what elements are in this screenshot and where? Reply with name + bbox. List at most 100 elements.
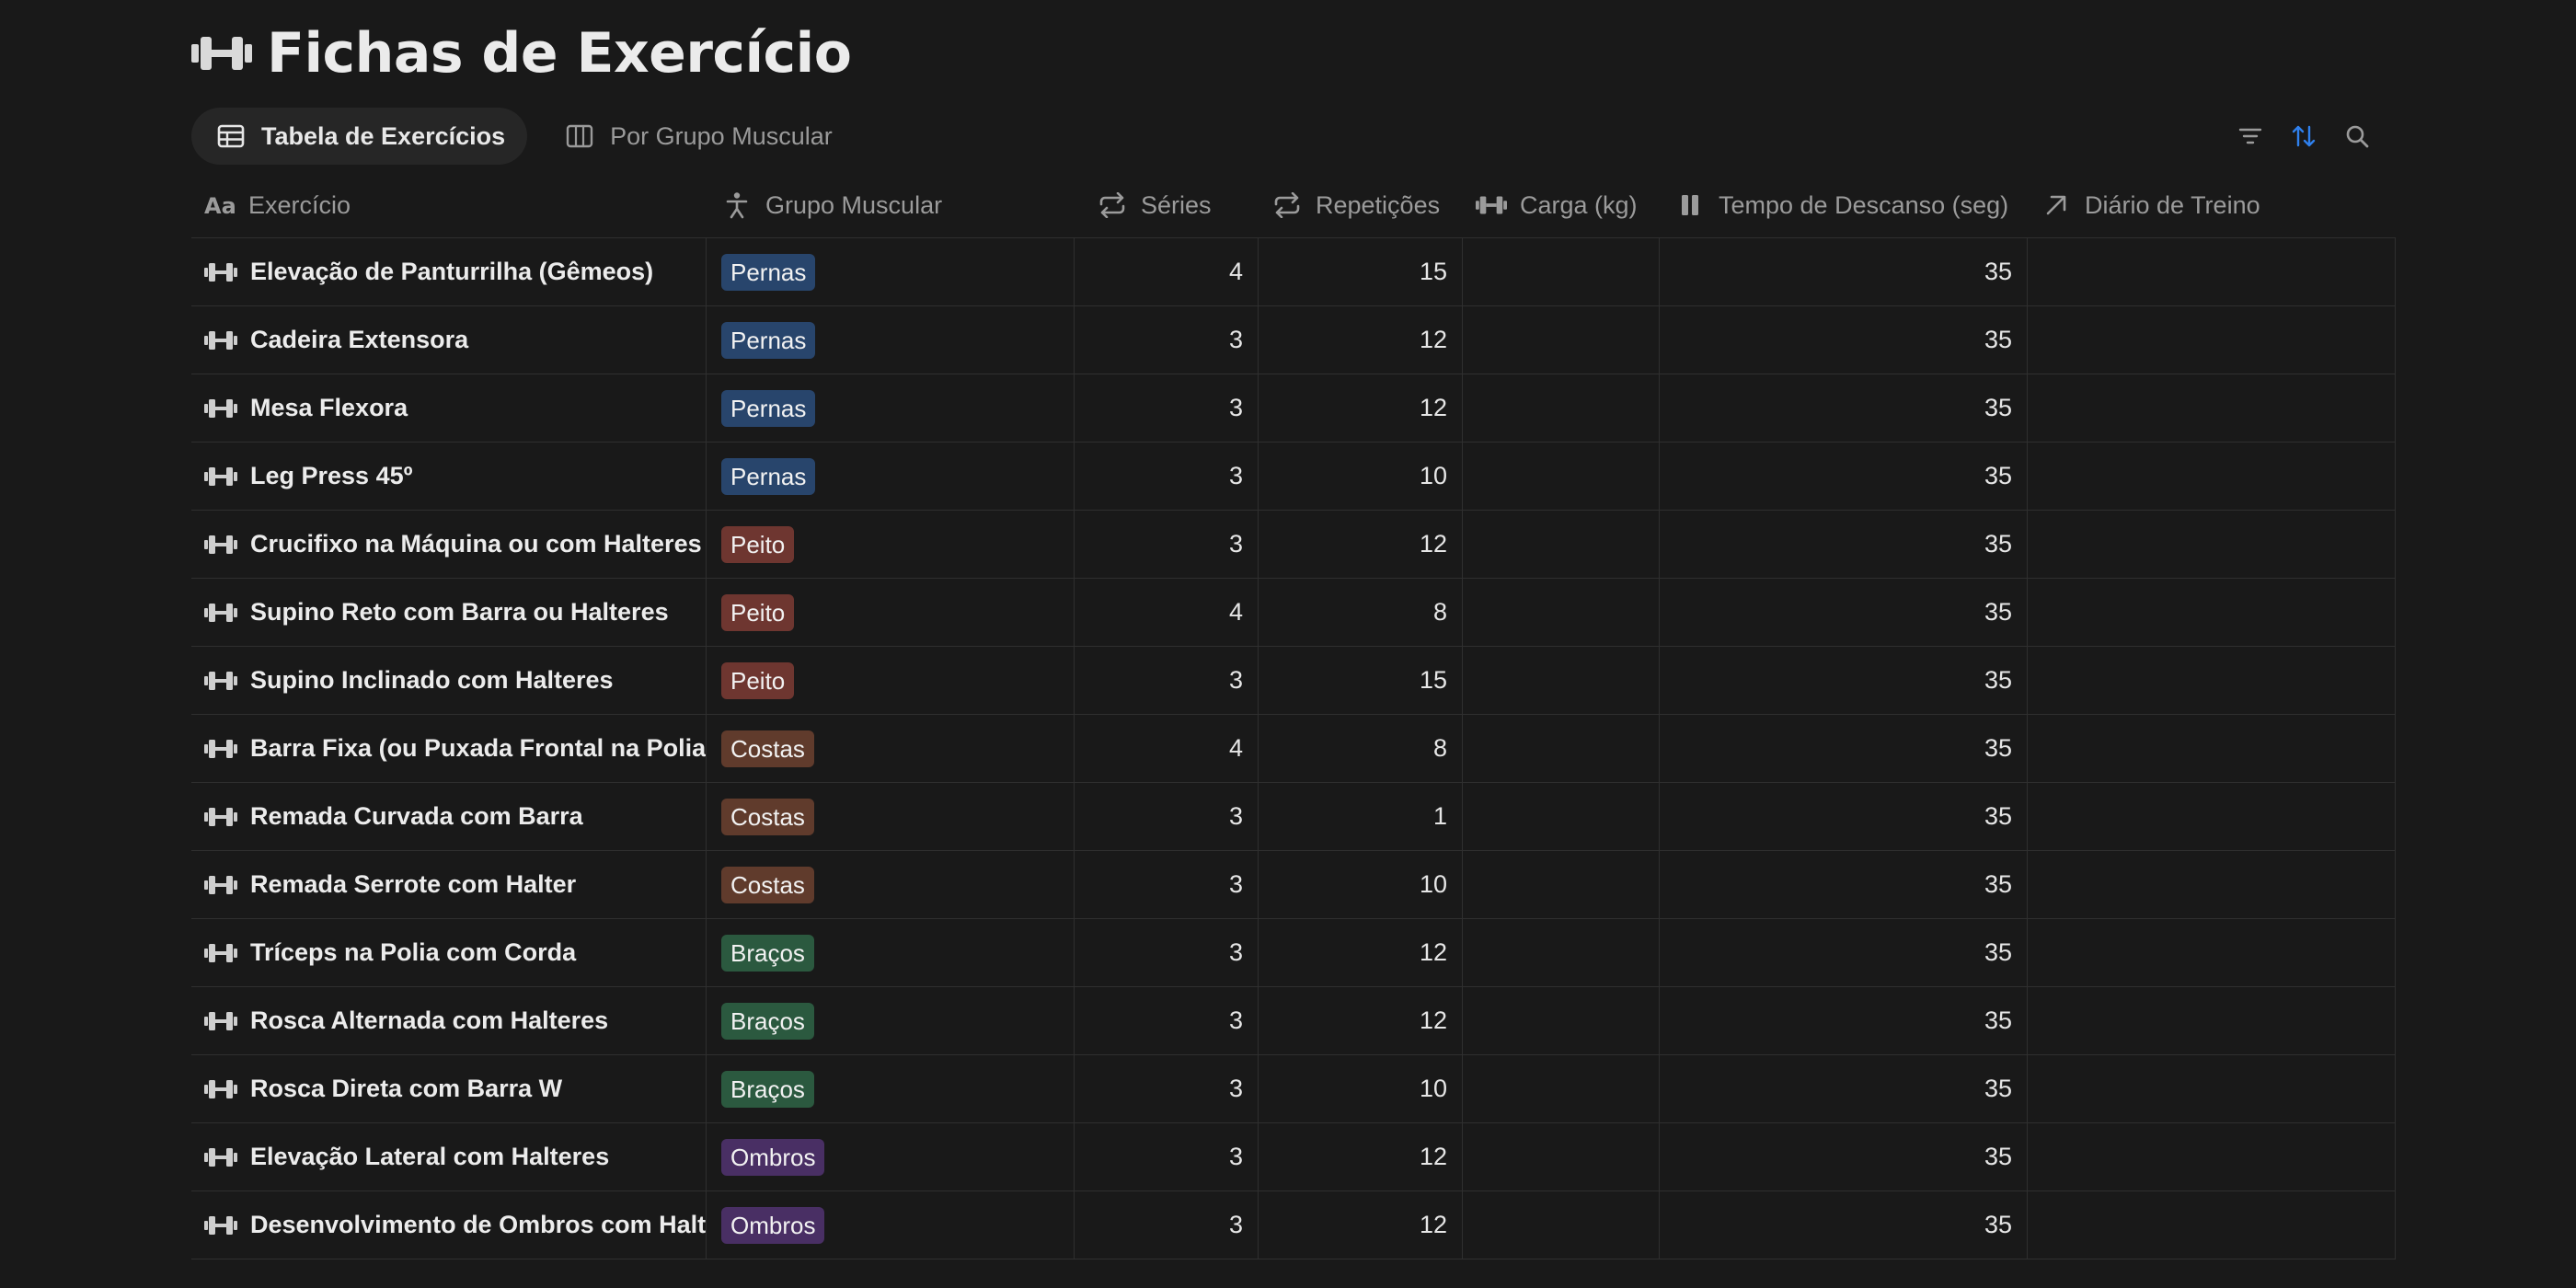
cell-grupo-muscular[interactable]: Costas: [707, 715, 1075, 782]
cell-repeticoes[interactable]: 8: [1259, 715, 1463, 782]
cell-diario-de-treino[interactable]: [2028, 1191, 2396, 1259]
table-row[interactable]: Elevação Lateral com Halteres Ombros 3 1…: [191, 1123, 2396, 1191]
cell-tempo-descanso[interactable]: 35: [1660, 374, 2028, 442]
cell-exercicio[interactable]: Crucifixo na Máquina ou com Halteres: [191, 511, 707, 578]
cell-diario-de-treino[interactable]: [2028, 1123, 2396, 1190]
cell-series[interactable]: 3: [1075, 919, 1259, 986]
column-header-tempo-descanso[interactable]: Tempo de Descanso (seg): [1660, 173, 2028, 237]
cell-grupo-muscular[interactable]: Pernas: [707, 238, 1075, 305]
cell-grupo-muscular[interactable]: Peito: [707, 511, 1075, 578]
cell-tempo-descanso[interactable]: 35: [1660, 647, 2028, 714]
table-row[interactable]: Supino Reto com Barra ou Halteres Peito …: [191, 579, 2396, 647]
cell-repeticoes[interactable]: 10: [1259, 851, 1463, 918]
cell-carga[interactable]: [1463, 443, 1660, 510]
cell-exercicio[interactable]: Barra Fixa (ou Puxada Frontal na Polia): [191, 715, 707, 782]
column-header-carga[interactable]: Carga (kg): [1463, 173, 1660, 237]
cell-exercicio[interactable]: Mesa Flexora: [191, 374, 707, 442]
cell-exercicio[interactable]: Remada Serrote com Halter: [191, 851, 707, 918]
cell-repeticoes[interactable]: 10: [1259, 1055, 1463, 1122]
cell-carga[interactable]: [1463, 783, 1660, 850]
cell-series[interactable]: 3: [1075, 1191, 1259, 1259]
cell-exercicio[interactable]: Rosca Alternada com Halteres: [191, 987, 707, 1054]
table-row[interactable]: Remada Curvada com Barra Costas 3 1 35: [191, 783, 2396, 851]
table-row[interactable]: Remada Serrote com Halter Costas 3 10 35: [191, 851, 2396, 919]
cell-grupo-muscular[interactable]: Ombros: [707, 1191, 1075, 1259]
cell-grupo-muscular[interactable]: Pernas: [707, 374, 1075, 442]
table-row[interactable]: Supino Inclinado com Halteres Peito 3 15…: [191, 647, 2396, 715]
cell-grupo-muscular[interactable]: Braços: [707, 987, 1075, 1054]
column-header-exercicio[interactable]: Aa Exercício: [191, 173, 707, 237]
cell-repeticoes[interactable]: 8: [1259, 579, 1463, 646]
table-row[interactable]: Crucifixo na Máquina ou com Halteres Pei…: [191, 511, 2396, 579]
cell-carga[interactable]: [1463, 238, 1660, 305]
cell-repeticoes[interactable]: 12: [1259, 1123, 1463, 1190]
cell-diario-de-treino[interactable]: [2028, 715, 2396, 782]
cell-tempo-descanso[interactable]: 35: [1660, 1123, 2028, 1190]
cell-exercicio[interactable]: Elevação Lateral com Halteres: [191, 1123, 707, 1190]
cell-grupo-muscular[interactable]: Ombros: [707, 1123, 1075, 1190]
cell-carga[interactable]: [1463, 647, 1660, 714]
cell-diario-de-treino[interactable]: [2028, 1055, 2396, 1122]
cell-tempo-descanso[interactable]: 35: [1660, 238, 2028, 305]
cell-exercicio[interactable]: Leg Press 45º: [191, 443, 707, 510]
cell-tempo-descanso[interactable]: 35: [1660, 851, 2028, 918]
cell-series[interactable]: 3: [1075, 647, 1259, 714]
column-header-repeticoes[interactable]: Repetições: [1259, 173, 1463, 237]
cell-tempo-descanso[interactable]: 35: [1660, 1191, 2028, 1259]
cell-repeticoes[interactable]: 12: [1259, 374, 1463, 442]
cell-tempo-descanso[interactable]: 35: [1660, 919, 2028, 986]
cell-diario-de-treino[interactable]: [2028, 851, 2396, 918]
table-row[interactable]: Elevação de Panturrilha (Gêmeos) Pernas …: [191, 238, 2396, 306]
cell-exercicio[interactable]: Supino Reto com Barra ou Halteres: [191, 579, 707, 646]
cell-series[interactable]: 3: [1075, 306, 1259, 374]
cell-diario-de-treino[interactable]: [2028, 919, 2396, 986]
search-icon[interactable]: [2342, 121, 2372, 151]
cell-repeticoes[interactable]: 12: [1259, 511, 1463, 578]
cell-exercicio[interactable]: Cadeira Extensora: [191, 306, 707, 374]
cell-tempo-descanso[interactable]: 35: [1660, 783, 2028, 850]
cell-series[interactable]: 3: [1075, 374, 1259, 442]
cell-carga[interactable]: [1463, 579, 1660, 646]
cell-repeticoes[interactable]: 12: [1259, 919, 1463, 986]
table-row[interactable]: Leg Press 45º Pernas 3 10 35: [191, 443, 2396, 511]
cell-exercicio[interactable]: Supino Inclinado com Halteres: [191, 647, 707, 714]
cell-diario-de-treino[interactable]: [2028, 579, 2396, 646]
cell-carga[interactable]: [1463, 851, 1660, 918]
cell-series[interactable]: 4: [1075, 715, 1259, 782]
tab-tabela-de-exercicios[interactable]: Tabela de Exercícios: [191, 108, 528, 165]
cell-tempo-descanso[interactable]: 35: [1660, 1055, 2028, 1122]
cell-diario-de-treino[interactable]: [2028, 647, 2396, 714]
dumbbell-icon[interactable]: [191, 33, 252, 74]
cell-series[interactable]: 3: [1075, 511, 1259, 578]
cell-series[interactable]: 3: [1075, 783, 1259, 850]
cell-series[interactable]: 3: [1075, 851, 1259, 918]
cell-tempo-descanso[interactable]: 35: [1660, 443, 2028, 510]
cell-tempo-descanso[interactable]: 35: [1660, 715, 2028, 782]
cell-tempo-descanso[interactable]: 35: [1660, 511, 2028, 578]
cell-exercicio[interactable]: Remada Curvada com Barra: [191, 783, 707, 850]
table-row[interactable]: Rosca Direta com Barra W Braços 3 10 35: [191, 1055, 2396, 1123]
cell-repeticoes[interactable]: 1: [1259, 783, 1463, 850]
cell-grupo-muscular[interactable]: Peito: [707, 647, 1075, 714]
cell-exercicio[interactable]: Rosca Direta com Barra W: [191, 1055, 707, 1122]
cell-diario-de-treino[interactable]: [2028, 783, 2396, 850]
cell-exercicio[interactable]: Tríceps na Polia com Corda: [191, 919, 707, 986]
cell-tempo-descanso[interactable]: 35: [1660, 987, 2028, 1054]
table-row[interactable]: Mesa Flexora Pernas 3 12 35: [191, 374, 2396, 443]
cell-repeticoes[interactable]: 12: [1259, 1191, 1463, 1259]
cell-carga[interactable]: [1463, 987, 1660, 1054]
sort-icon[interactable]: [2289, 121, 2318, 151]
cell-carga[interactable]: [1463, 715, 1660, 782]
cell-repeticoes[interactable]: 12: [1259, 987, 1463, 1054]
cell-repeticoes[interactable]: 12: [1259, 306, 1463, 374]
cell-diario-de-treino[interactable]: [2028, 443, 2396, 510]
cell-grupo-muscular[interactable]: Pernas: [707, 306, 1075, 374]
cell-grupo-muscular[interactable]: Costas: [707, 851, 1075, 918]
cell-series[interactable]: 4: [1075, 238, 1259, 305]
cell-diario-de-treino[interactable]: [2028, 511, 2396, 578]
cell-carga[interactable]: [1463, 306, 1660, 374]
cell-carga[interactable]: [1463, 919, 1660, 986]
cell-repeticoes[interactable]: 10: [1259, 443, 1463, 510]
cell-grupo-muscular[interactable]: Costas: [707, 783, 1075, 850]
cell-carga[interactable]: [1463, 1191, 1660, 1259]
